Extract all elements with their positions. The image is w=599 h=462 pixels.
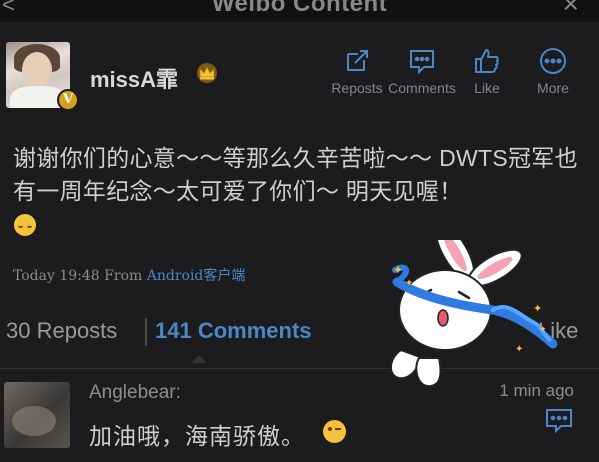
more-label: More: [537, 80, 569, 96]
from-label: From: [104, 268, 143, 284]
svg-text:✦: ✦: [533, 302, 542, 315]
tab-comments[interactable]: 141 Comments: [155, 318, 312, 344]
more-icon: [540, 48, 566, 74]
crying-bunny-sticker: ✦ ✦ ✦ ✦ ✦: [390, 240, 558, 388]
post-text: 谢谢你们的心意～～等那么久辛苦啦～～ DWTS冠军也有一周年纪念～太可爱了你们～…: [13, 145, 578, 204]
reposts-button[interactable]: Reposts: [326, 46, 388, 96]
tab-divider: [145, 318, 147, 346]
post-time: Today 19:48: [13, 268, 100, 284]
commenter-name[interactable]: Anglebear:: [89, 382, 181, 404]
active-tab-indicator: [191, 355, 207, 363]
post-actions: Reposts Comments Like More: [326, 46, 588, 96]
commenter-avatar[interactable]: [4, 382, 70, 448]
verified-badge: V: [57, 89, 79, 111]
wink-emoji-icon: [323, 420, 346, 443]
author-name[interactable]: missA霏: [90, 62, 178, 94]
like-label: Like: [474, 80, 500, 96]
post-source-link[interactable]: Android客户端: [147, 268, 246, 284]
svg-text:✦: ✦: [405, 278, 413, 289]
tab-reposts[interactable]: 30 Reposts: [6, 318, 117, 344]
comment-text: 加油哦，海南骄傲。: [89, 423, 305, 449]
more-button[interactable]: More: [518, 46, 588, 96]
blush-emoji-icon: [14, 214, 36, 236]
like-button[interactable]: Like: [456, 46, 518, 96]
svg-text:✦: ✦: [539, 325, 547, 335]
thumbs-up-icon: [475, 49, 499, 73]
reposts-label: Reposts: [331, 80, 383, 96]
reply-comment-icon[interactable]: [545, 408, 573, 434]
avatar-face: [22, 52, 52, 88]
close-button[interactable]: ×: [563, 0, 579, 20]
navigation-bar: < Weibo Content ×: [0, 0, 599, 22]
comments-label: Comments: [388, 80, 456, 96]
post-meta: Today 19:48 From Android客户端: [13, 265, 245, 285]
crown-icon: [197, 63, 217, 83]
comment-icon: [410, 50, 434, 75]
svg-text:✦: ✦: [393, 263, 403, 277]
svg-text:✦: ✦: [515, 344, 523, 355]
comments-button[interactable]: Comments: [388, 46, 456, 96]
repost-icon: [347, 50, 368, 71]
page-title: Weibo Content: [211, 0, 388, 17]
